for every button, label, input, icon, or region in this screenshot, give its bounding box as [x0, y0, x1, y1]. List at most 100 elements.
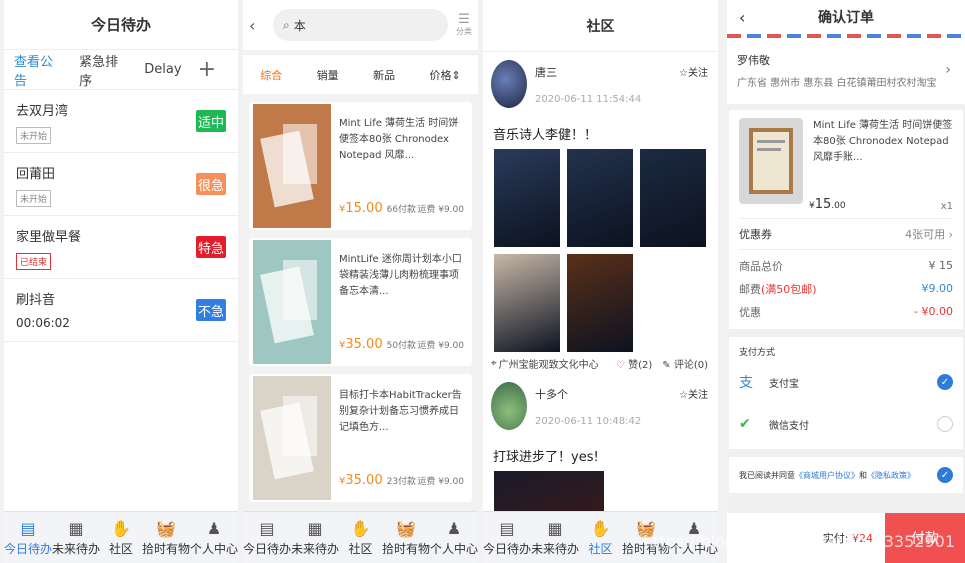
- tab-3[interactable]: 🧺 拾时有物: [142, 512, 190, 563]
- tab-2[interactable]: ✋ 社区: [339, 512, 382, 563]
- todo-status: 未开始: [16, 190, 52, 207]
- comment-button[interactable]: ✎ 评论(0): [662, 356, 708, 371]
- agreement-row: 我已阅读并同意 《商城用户协议》 和 《隐私政策》 ✓: [729, 457, 963, 493]
- goods-price: ¥35.00 50付款: [339, 337, 417, 352]
- todo-item[interactable]: 刷抖音 00:06:02 不急: [4, 279, 238, 342]
- post-image[interactable]: [567, 149, 633, 247]
- future-icon: ▦: [68, 518, 84, 538]
- tab-4[interactable]: ♟ 个人中心: [190, 512, 238, 563]
- urgency-badge[interactable]: 很急: [196, 173, 226, 195]
- tab-4[interactable]: ♟ 个人中心: [670, 512, 718, 563]
- sort-sales[interactable]: 销量: [317, 67, 339, 83]
- profile-icon: ♟: [686, 518, 702, 538]
- avatar[interactable]: [491, 382, 527, 430]
- post-image[interactable]: [640, 149, 706, 247]
- fee-value: - ¥0.00: [914, 305, 953, 318]
- order-product[interactable]: Mint Life 薄荷生活 时间饼便签本80张 Chronodex Notep…: [739, 118, 953, 218]
- tab-2[interactable]: ✋ 社区: [579, 512, 622, 563]
- goods-name: MintLife 迷你周计划本小口袋精装浅薄儿肉粉梳理事项备忘本清...: [339, 254, 462, 297]
- privacy-policy-link[interactable]: 《隐私政策》: [867, 470, 915, 481]
- post-list: 唐三 2020-06-11 11:54:44 ☆关注 音乐诗人李健！！ ⌖ 广州宝能观致文…: [483, 52, 718, 531]
- goods-info: 目标打卡本HabitTracker告别复杂计划备忘习惯养成日记填色方... ¥35…: [331, 376, 468, 500]
- goods-name: 目标打卡本HabitTracker告别复杂计划备忘习惯养成日记填色方...: [339, 390, 462, 433]
- post-date: 2020-06-11 10:48:42: [535, 416, 642, 427]
- alipay-icon: 支: [739, 375, 753, 391]
- address-card[interactable]: 罗伟敬 广东省 惠州市 惠东县 白花镇莆田村农村淘宝 ›: [727, 38, 965, 104]
- goods-image: [253, 376, 331, 500]
- category-button[interactable]: ☰ 分类: [456, 13, 472, 37]
- todo-status: 未开始: [16, 127, 52, 144]
- user-name[interactable]: 十多个: [535, 386, 641, 402]
- payment-option[interactable]: ✔ 微信支付: [739, 403, 953, 445]
- post-image[interactable]: [567, 254, 633, 352]
- things-icon: 🧺: [396, 518, 416, 538]
- add-todo-button[interactable]: +: [198, 57, 216, 82]
- tab-1[interactable]: ▦ 未来待办: [291, 512, 339, 563]
- sort-price[interactable]: 价格⇕: [430, 67, 461, 83]
- payment-section: 支付方式 支 支付宝 ✓ ✔ 微信支付: [729, 337, 963, 449]
- post-meta: ⌖ 广州宝能观致文化中心 ♡ 赞(2) ✎ 评论(0): [491, 352, 710, 374]
- avatar[interactable]: [491, 60, 527, 108]
- todo-item[interactable]: 家里做早餐 已结束 特急: [4, 216, 238, 279]
- urgency-badge[interactable]: 特急: [196, 236, 226, 258]
- agree-checkbox[interactable]: ✓: [937, 467, 953, 483]
- post-image[interactable]: [494, 254, 560, 352]
- todo-list: 去双月湾 未开始 适中 回莆田 未开始 很急 家里做早餐 已结束 特急 刷抖音 00:06:02 不急: [4, 90, 238, 342]
- coupon-value: 4张可用 ›: [905, 228, 953, 241]
- follow-button[interactable]: ☆关注: [679, 64, 708, 79]
- user-name[interactable]: 唐三: [535, 64, 641, 80]
- wechat-pay-icon: ✔: [739, 416, 751, 432]
- post-image[interactable]: [494, 149, 560, 247]
- tab-2[interactable]: ✋ 社区: [100, 512, 142, 563]
- today-icon: ▤: [499, 518, 515, 538]
- fee-row: 优惠 - ¥0.00: [739, 300, 953, 323]
- pay-button[interactable]: 付款: [885, 513, 965, 563]
- tab-label: 未来待办: [52, 542, 101, 556]
- tab-0[interactable]: ▤ 今日待办: [4, 512, 52, 563]
- post-images: [491, 149, 710, 352]
- post-user: 唐三 2020-06-11 11:54:44: [535, 58, 641, 114]
- tab-4[interactable]: ♟ 个人中心: [430, 512, 478, 563]
- sort-new[interactable]: 新品: [373, 67, 395, 83]
- tab-3[interactable]: 🧺 拾时有物: [622, 512, 670, 563]
- payment-radio[interactable]: [937, 416, 953, 432]
- tab-1[interactable]: ▦ 未来待办: [531, 512, 579, 563]
- shop-header: ‹ ⌕ 本 ☰ 分类: [243, 0, 478, 50]
- back-icon[interactable]: ‹: [249, 16, 265, 35]
- tab-label: 拾时有物: [381, 542, 430, 556]
- tab-1[interactable]: ▦ 未来待办: [52, 512, 100, 563]
- page-title: 确认订单: [818, 10, 874, 26]
- todo-countdown: 00:06:02: [16, 316, 70, 330]
- like-button[interactable]: ♡ 赞(2): [616, 356, 652, 371]
- payment-radio[interactable]: ✓: [937, 374, 953, 390]
- back-icon[interactable]: ‹: [739, 8, 745, 27]
- product-image: [739, 118, 803, 204]
- tab-0[interactable]: ▤ 今日待办: [483, 512, 531, 563]
- urgent-sort-button[interactable]: 紧急排序: [79, 51, 128, 89]
- follow-button[interactable]: ☆关注: [679, 386, 708, 401]
- tab-3[interactable]: 🧺 拾时有物: [382, 512, 430, 563]
- tab-0[interactable]: ▤ 今日待办: [243, 512, 291, 563]
- payment-title: 支付方式: [739, 347, 776, 358]
- heart-icon: ♡: [615, 359, 629, 371]
- post-card: 十多个 2020-06-11 10:48:42 ☆关注打球进步了！yes!: [483, 374, 718, 531]
- goods-card[interactable]: MintLife 迷你周计划本小口袋精装浅薄儿肉粉梳理事项备忘本清... ¥35.…: [249, 238, 472, 366]
- post-text: 打球进步了！yes!: [493, 450, 599, 465]
- todo-item[interactable]: 去双月湾 未开始 适中: [4, 90, 238, 153]
- view-announcement-button[interactable]: 查看公告: [14, 51, 63, 89]
- delay-button[interactable]: Delay: [144, 62, 181, 77]
- post-header: 唐三 2020-06-11 11:54:44 ☆关注: [491, 58, 710, 114]
- goods-card[interactable]: Mint Life 薄荷生活 时间饼便签本80张 Chronodex Notep…: [249, 102, 472, 230]
- goods-card[interactable]: 目标打卡本HabitTracker告别复杂计划备忘习惯养成日记填色方... ¥35…: [249, 374, 472, 502]
- payment-option[interactable]: 支 支付宝 ✓: [739, 361, 953, 403]
- urgency-badge[interactable]: 不急: [196, 299, 226, 321]
- tab-label: 拾时有物: [141, 542, 190, 556]
- coupon-row[interactable]: 优惠券 4张可用 ›: [739, 218, 953, 250]
- location-pin-icon: ⌖: [491, 357, 497, 369]
- user-agreement-link[interactable]: 《商城用户协议》: [795, 470, 859, 481]
- tab-label: 今日待办: [483, 542, 532, 556]
- todo-item[interactable]: 回莆田 未开始 很急: [4, 153, 238, 216]
- search-input[interactable]: ⌕ 本: [273, 9, 448, 41]
- sort-comprehensive[interactable]: 综合: [260, 67, 282, 83]
- urgency-badge[interactable]: 适中: [196, 110, 226, 132]
